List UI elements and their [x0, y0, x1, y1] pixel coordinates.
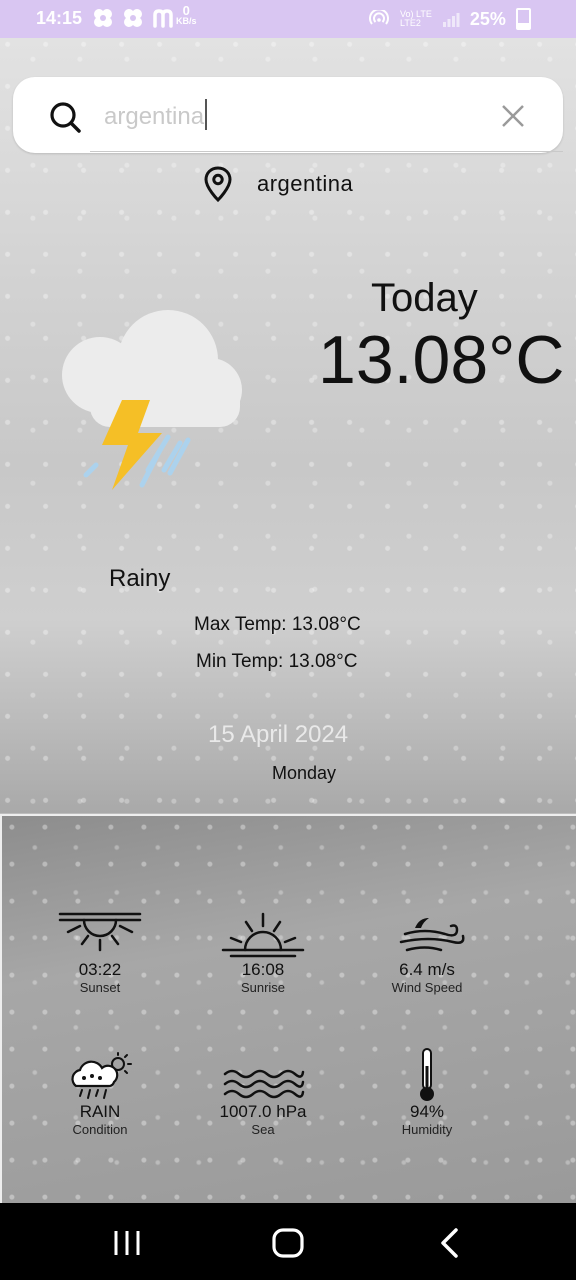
sunrise-label: Sunrise: [240, 980, 286, 995]
wind-icon: [399, 918, 465, 952]
back-icon[interactable]: [430, 1223, 470, 1263]
hotspot-icon: [369, 10, 389, 25]
pinwheel-icon: [124, 9, 142, 27]
sea-waves-icon: [223, 1069, 305, 1099]
status-time: 14:15: [36, 8, 83, 28]
humidity-value: 94%: [409, 1102, 445, 1121]
network-bottom: LTE2: [400, 18, 421, 28]
condition-value: RAIN: [79, 1102, 121, 1121]
today-label: Today: [371, 276, 478, 320]
text-cursor: [205, 99, 207, 130]
humidity-label: Humidity: [401, 1122, 453, 1137]
max-temp: Max Temp: 13.08°C: [194, 614, 361, 635]
signal-icon: [442, 13, 460, 27]
day-text: Monday: [272, 763, 337, 783]
battery-icon: [515, 8, 531, 30]
network-type: Vo) LTE LTE2: [400, 10, 432, 28]
data-speed-value: 0: [182, 3, 190, 18]
min-temp: Min Temp: 13.08°C: [196, 651, 358, 672]
thermometer-icon: [420, 1048, 434, 1101]
condition-text: Rainy: [109, 565, 171, 592]
m-app-icon: [153, 9, 173, 28]
date-text: 15 April 2024: [208, 721, 349, 748]
pinwheel-icon: [94, 9, 112, 27]
condition-label: Condition: [72, 1122, 128, 1137]
detail-wind: 6.4 m/s Wind Speed: [367, 910, 487, 996]
battery-percent: 25%: [469, 8, 506, 29]
thunderstorm-cloud-icon: [62, 310, 242, 490]
status-bar: 14:15 0 KB/s Vo) LTE LTE2 25%: [0, 0, 576, 38]
wind-speed-label: Wind Speed: [391, 980, 463, 995]
home-icon[interactable]: [268, 1223, 308, 1263]
recents-icon[interactable]: [107, 1223, 147, 1263]
current-temperature: 13.08°C: [318, 322, 565, 398]
search-underline: [90, 151, 563, 152]
detail-humidity: 94% Humidity: [367, 1046, 487, 1138]
map-pin-icon: [204, 166, 232, 202]
sunset-label: Sunset: [79, 980, 121, 995]
sunrise-icon: [221, 912, 305, 958]
search-input[interactable]: [102, 99, 466, 135]
rainy-background-bottom: [0, 814, 576, 1203]
sea-value: 1007.0 hPa: [219, 1102, 307, 1121]
search-icon[interactable]: [48, 100, 82, 134]
location-name: argentina: [257, 171, 354, 196]
data-speed-unit: KB/s: [176, 16, 197, 26]
detail-sunrise: 16:08 Sunrise: [203, 910, 323, 996]
rain-cloud-icon: [71, 1052, 132, 1099]
notification-icons: [92, 7, 176, 29]
sunset-icon: [58, 912, 142, 952]
location-row: argentina: [203, 166, 353, 202]
detail-condition: RAIN Condition: [40, 1052, 160, 1138]
sea-label: Sea: [251, 1122, 275, 1137]
status-right: Vo) LTE LTE2 25%: [368, 8, 531, 30]
data-speed: 0 KB/s: [176, 3, 197, 26]
sunset-value: 03:22: [78, 960, 122, 979]
navigation-bar: [0, 1203, 576, 1280]
close-icon[interactable]: [500, 103, 526, 129]
wind-speed-value: 6.4 m/s: [399, 960, 455, 979]
detail-sea: 1007.0 hPa Sea: [203, 1052, 323, 1138]
detail-sunset: 03:22 Sunset: [40, 910, 160, 996]
sunrise-value: 16:08: [241, 960, 285, 979]
